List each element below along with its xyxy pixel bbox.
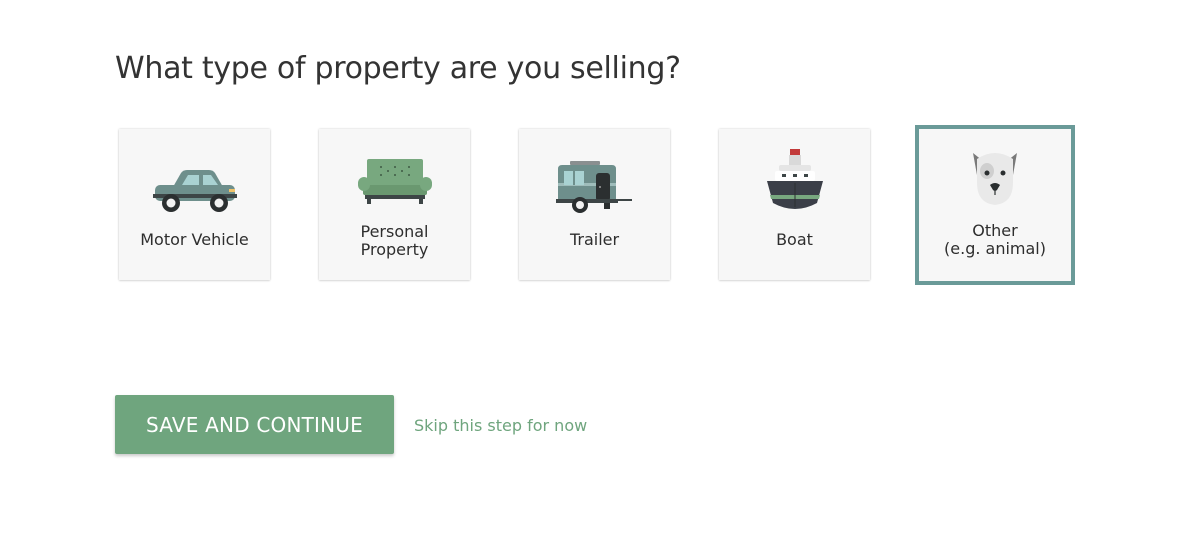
option-label-line: (e.g. animal) bbox=[944, 239, 1046, 258]
save-and-continue-button[interactable]: SAVE AND CONTINUE bbox=[115, 395, 394, 454]
option-label-line: Boat bbox=[776, 230, 813, 249]
option-label: Trailer bbox=[519, 231, 670, 249]
option-other[interactable]: Other (e.g. animal) bbox=[915, 125, 1075, 285]
option-label: Other (e.g. animal) bbox=[919, 222, 1071, 258]
option-trailer[interactable]: Trailer bbox=[519, 129, 670, 280]
boat-icon bbox=[765, 147, 825, 221]
option-motor-vehicle[interactable]: Motor Vehicle bbox=[119, 129, 270, 280]
option-boat[interactable]: Boat bbox=[719, 129, 870, 280]
option-label-line: Other bbox=[972, 221, 1018, 240]
option-label: Personal Property bbox=[319, 223, 470, 259]
car-icon bbox=[151, 167, 239, 221]
option-personal-property[interactable]: Personal Property bbox=[319, 129, 470, 280]
dog-icon bbox=[967, 147, 1023, 211]
option-label-line: Personal bbox=[360, 222, 429, 241]
option-label-line: Motor Vehicle bbox=[140, 230, 249, 249]
page-title: What type of property are you selling? bbox=[115, 51, 681, 86]
option-label: Motor Vehicle bbox=[119, 231, 270, 249]
property-type-page: What type of property are you selling? M… bbox=[0, 0, 1200, 548]
option-label: Boat bbox=[719, 231, 870, 249]
option-label-line: Trailer bbox=[569, 230, 620, 249]
skip-step-link[interactable]: Skip this step for now bbox=[414, 416, 587, 435]
sofa-icon bbox=[357, 157, 433, 209]
trailer-icon bbox=[555, 159, 634, 219]
property-type-options: Motor Vehicle Personal Property Trailer … bbox=[119, 125, 1079, 289]
option-label-line: Property bbox=[360, 240, 429, 259]
